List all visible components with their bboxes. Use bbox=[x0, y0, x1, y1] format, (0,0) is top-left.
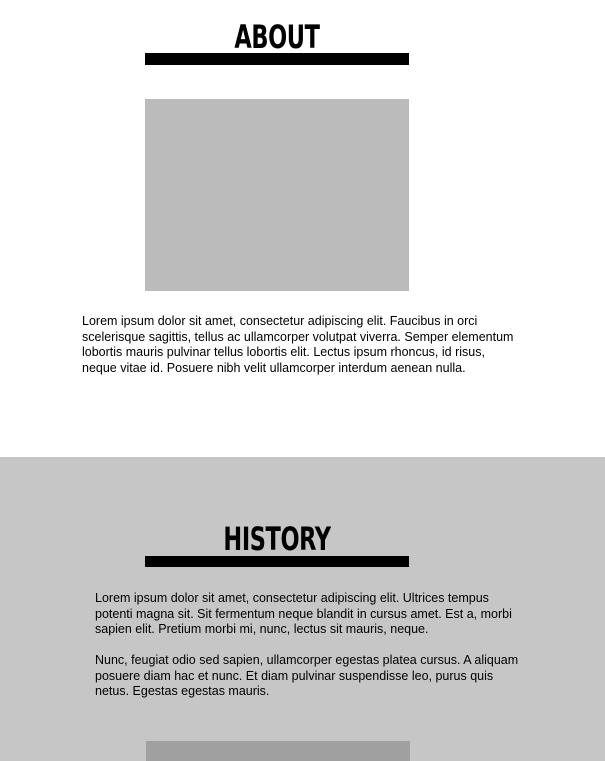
history-title: HISTORY bbox=[223, 520, 331, 558]
history-section: HISTORY Lorem ipsum dolor sit amet, cons… bbox=[0, 457, 605, 761]
about-paragraph: Lorem ipsum dolor sit amet, consectetur … bbox=[82, 314, 514, 375]
about-title-underline bbox=[145, 53, 409, 65]
page: ABOUT Lorem ipsum dolor sit amet, consec… bbox=[0, 0, 605, 761]
about-image-placeholder bbox=[145, 99, 409, 291]
history-paragraph-1: Lorem ipsum dolor sit amet, consectetur … bbox=[95, 591, 512, 637]
history-title-underline bbox=[145, 556, 409, 567]
about-title: ABOUT bbox=[234, 18, 320, 56]
about-section: ABOUT Lorem ipsum dolor sit amet, consec… bbox=[0, 0, 605, 457]
history-image-placeholder bbox=[146, 741, 410, 761]
history-paragraph-2: Nunc, feugiat odio sed sapien, ullamcorp… bbox=[95, 653, 519, 699]
